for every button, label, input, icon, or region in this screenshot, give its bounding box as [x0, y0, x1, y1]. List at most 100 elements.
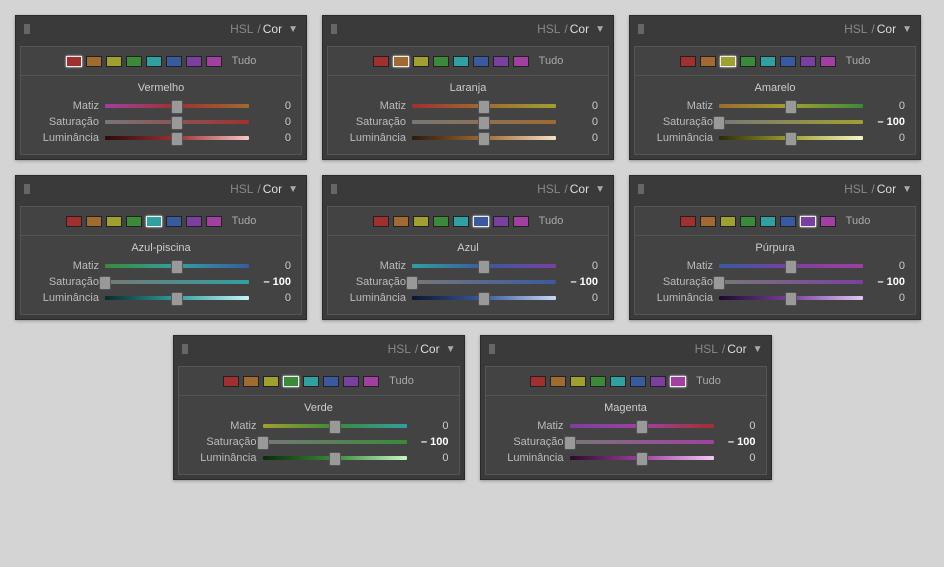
slider-value-saturacao[interactable]: 0: [562, 116, 598, 128]
color-swatch-0[interactable]: [680, 56, 696, 67]
color-swatch-2[interactable]: [106, 56, 122, 67]
color-swatch-0[interactable]: [223, 376, 239, 387]
color-swatch-5[interactable]: [473, 216, 489, 227]
slider-knob-luminancia[interactable]: [329, 452, 341, 466]
slider-track-matiz[interactable]: [719, 104, 863, 108]
color-swatch-2[interactable]: [413, 216, 429, 227]
color-swatch-2[interactable]: [263, 376, 279, 387]
header-hsl[interactable]: HSL: [695, 342, 718, 356]
header-hsl[interactable]: HSL: [537, 182, 560, 196]
color-swatch-6[interactable]: [186, 56, 202, 67]
color-swatch-6[interactable]: [186, 216, 202, 227]
color-swatch-3[interactable]: [433, 216, 449, 227]
slider-value-luminancia[interactable]: 0: [255, 132, 291, 144]
color-swatch-7[interactable]: [206, 56, 222, 67]
panel-toggle-icon[interactable]: [489, 344, 495, 354]
slider-value-saturacao[interactable]: – 100: [255, 276, 291, 288]
slider-track-luminancia[interactable]: [570, 456, 714, 460]
panel-toggle-icon[interactable]: [331, 184, 337, 194]
slider-knob-luminancia[interactable]: [636, 452, 648, 466]
slider-track-matiz[interactable]: [719, 264, 863, 268]
header-cor[interactable]: Cor: [877, 22, 896, 36]
slider-value-matiz[interactable]: 0: [720, 420, 756, 432]
slider-knob-matiz[interactable]: [329, 420, 341, 434]
slider-knob-saturacao[interactable]: [713, 276, 725, 290]
chevron-down-icon[interactable]: ▼: [902, 184, 912, 195]
color-swatch-0[interactable]: [66, 216, 82, 227]
slider-value-saturacao[interactable]: – 100: [562, 276, 598, 288]
slider-value-matiz[interactable]: 0: [869, 100, 905, 112]
color-swatch-6[interactable]: [493, 56, 509, 67]
color-swatch-7[interactable]: [820, 56, 836, 67]
header-cor[interactable]: Cor: [877, 182, 896, 196]
color-swatch-5[interactable]: [780, 56, 796, 67]
slider-track-luminancia[interactable]: [105, 136, 249, 140]
chevron-down-icon[interactable]: ▼: [595, 24, 605, 35]
slider-knob-saturacao[interactable]: [99, 276, 111, 290]
color-swatch-4[interactable]: [453, 216, 469, 227]
chevron-down-icon[interactable]: ▼: [288, 24, 298, 35]
color-swatch-4[interactable]: [453, 56, 469, 67]
color-swatch-5[interactable]: [166, 216, 182, 227]
color-swatch-1[interactable]: [700, 216, 716, 227]
slider-knob-matiz[interactable]: [636, 420, 648, 434]
slider-value-luminancia[interactable]: 0: [869, 132, 905, 144]
panel-toggle-icon[interactable]: [24, 184, 30, 194]
color-swatch-3[interactable]: [590, 376, 606, 387]
header-cor[interactable]: Cor: [263, 22, 282, 36]
slider-knob-saturacao[interactable]: [713, 116, 725, 130]
header-hsl[interactable]: HSL: [230, 182, 253, 196]
slider-value-luminancia[interactable]: 0: [562, 132, 598, 144]
chevron-down-icon[interactable]: ▼: [595, 184, 605, 195]
slider-track-luminancia[interactable]: [105, 296, 249, 300]
color-swatch-7[interactable]: [363, 376, 379, 387]
header-hsl[interactable]: HSL: [537, 22, 560, 36]
color-swatch-7[interactable]: [513, 56, 529, 67]
slider-knob-matiz[interactable]: [171, 260, 183, 274]
color-swatch-1[interactable]: [243, 376, 259, 387]
color-swatch-2[interactable]: [570, 376, 586, 387]
slider-value-saturacao[interactable]: – 100: [869, 116, 905, 128]
slider-track-matiz[interactable]: [263, 424, 407, 428]
tudo-link[interactable]: Tudo: [539, 215, 564, 227]
color-swatch-2[interactable]: [720, 56, 736, 67]
slider-knob-matiz[interactable]: [171, 100, 183, 114]
slider-track-saturacao[interactable]: [719, 280, 863, 284]
slider-value-matiz[interactable]: 0: [562, 100, 598, 112]
color-swatch-1[interactable]: [86, 56, 102, 67]
color-swatch-5[interactable]: [630, 376, 646, 387]
header-hsl[interactable]: HSL: [230, 22, 253, 36]
slider-track-matiz[interactable]: [105, 264, 249, 268]
slider-knob-saturacao[interactable]: [478, 116, 490, 130]
header-cor[interactable]: Cor: [263, 182, 282, 196]
slider-value-matiz[interactable]: 0: [562, 260, 598, 272]
header-hsl[interactable]: HSL: [844, 182, 867, 196]
color-swatch-2[interactable]: [413, 56, 429, 67]
slider-track-saturacao[interactable]: [263, 440, 407, 444]
slider-value-saturacao[interactable]: – 100: [413, 436, 449, 448]
slider-value-matiz[interactable]: 0: [869, 260, 905, 272]
color-swatch-6[interactable]: [493, 216, 509, 227]
slider-knob-matiz[interactable]: [478, 260, 490, 274]
color-swatch-4[interactable]: [303, 376, 319, 387]
slider-knob-luminancia[interactable]: [171, 292, 183, 306]
slider-knob-matiz[interactable]: [785, 260, 797, 274]
color-swatch-0[interactable]: [373, 56, 389, 67]
slider-knob-matiz[interactable]: [785, 100, 797, 114]
color-swatch-2[interactable]: [106, 216, 122, 227]
slider-knob-saturacao[interactable]: [257, 436, 269, 450]
slider-value-luminancia[interactable]: 0: [413, 452, 449, 464]
tudo-link[interactable]: Tudo: [846, 55, 871, 67]
slider-knob-luminancia[interactable]: [171, 132, 183, 146]
slider-track-matiz[interactable]: [412, 104, 556, 108]
color-swatch-1[interactable]: [550, 376, 566, 387]
chevron-down-icon[interactable]: ▼: [902, 24, 912, 35]
color-swatch-0[interactable]: [680, 216, 696, 227]
color-swatch-0[interactable]: [66, 56, 82, 67]
slider-value-luminancia[interactable]: 0: [869, 292, 905, 304]
header-cor[interactable]: Cor: [420, 342, 439, 356]
color-swatch-3[interactable]: [740, 216, 756, 227]
slider-track-saturacao[interactable]: [105, 120, 249, 124]
color-swatch-5[interactable]: [323, 376, 339, 387]
slider-value-matiz[interactable]: 0: [255, 100, 291, 112]
